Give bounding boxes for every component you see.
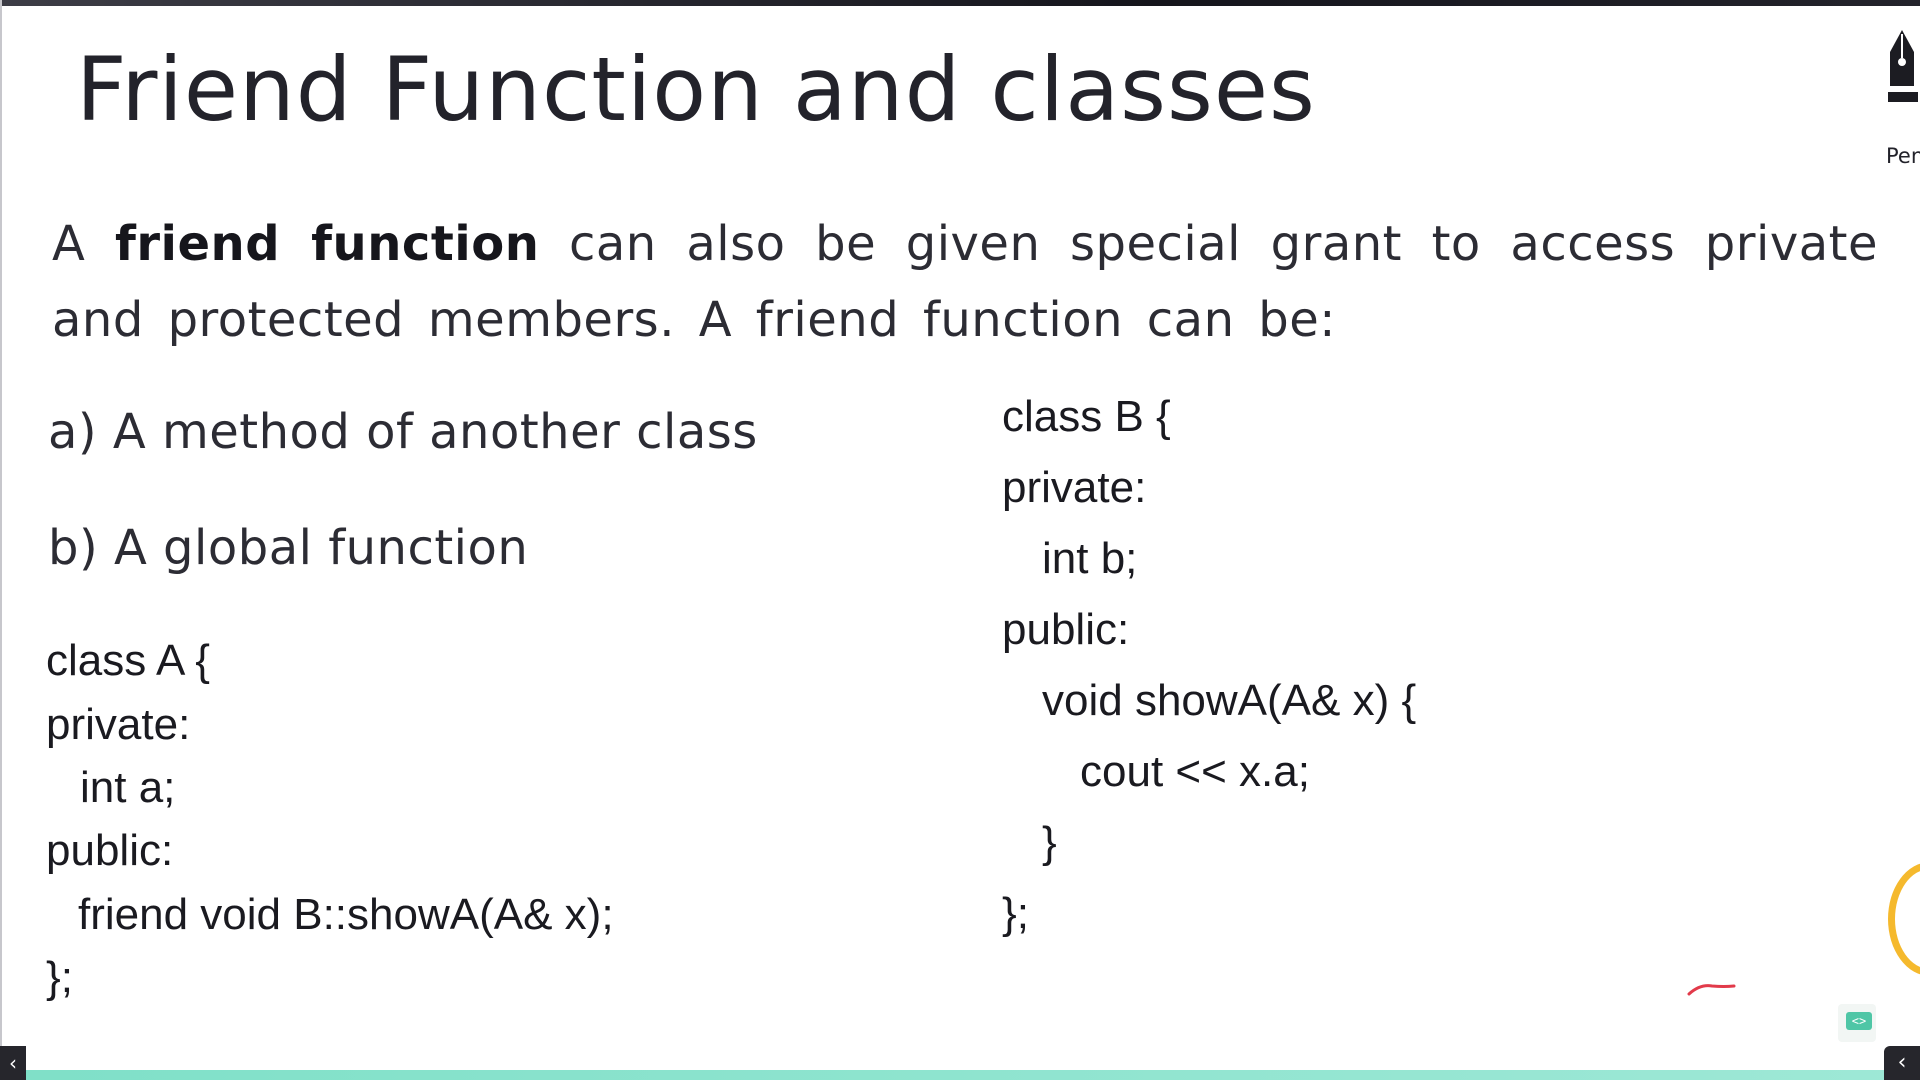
next-slide-button[interactable]: ‹ — [1884, 1046, 1920, 1080]
code-line: int a; — [80, 763, 176, 812]
code-line: } — [1042, 818, 1057, 867]
code-line: void showA(A& x) { — [1042, 676, 1417, 725]
code-icon: <> — [1846, 1012, 1872, 1030]
chevron-left-icon: ‹ — [9, 1051, 17, 1075]
option-a: a) A method of another class — [48, 404, 758, 460]
code-line: friend void B::showA(A& x); — [78, 890, 614, 939]
code-line: int b; — [1042, 534, 1138, 583]
pen-label: Pen — [1886, 144, 1920, 168]
intro-bold-term: friend function — [114, 216, 540, 272]
progress-bar — [0, 1070, 1920, 1080]
code-line: }; — [46, 953, 73, 1002]
code-line: class B { — [1002, 392, 1171, 441]
code-line: cout << x.a; — [1080, 747, 1310, 796]
code-widget-button[interactable]: <> — [1838, 1004, 1876, 1042]
intro-paragraph: A friend function can also be given spec… — [52, 206, 1878, 358]
window-top-edge — [0, 0, 1920, 6]
code-line: private: — [1002, 463, 1147, 512]
code-line: public: — [1002, 605, 1130, 654]
code-line: private: — [46, 700, 191, 749]
pen-tool[interactable]: Pen — [1872, 26, 1920, 176]
pen-icon — [1888, 30, 1918, 102]
prev-slide-button[interactable]: ‹ — [0, 1046, 26, 1080]
intro-prefix: A — [52, 216, 86, 272]
code-line: }; — [1002, 889, 1029, 938]
annotation-scribble — [1687, 984, 1736, 996]
slide-title: Friend Function and classes — [76, 38, 1316, 141]
annotation-ring — [1888, 862, 1920, 976]
chevron-left-icon: ‹ — [1897, 1050, 1907, 1075]
window-left-edge — [0, 0, 2, 1080]
option-b: b) A global function — [48, 520, 529, 576]
code-line: class A { — [46, 636, 210, 685]
code-line: public: — [46, 826, 174, 875]
